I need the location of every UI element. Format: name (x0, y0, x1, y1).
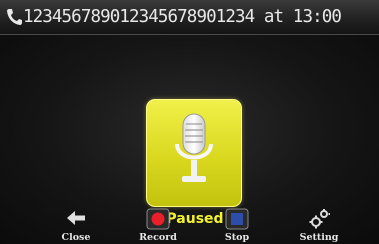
bottom-toolbar: Close Record Stop Setting (0, 207, 379, 244)
close-label: Close (61, 232, 91, 243)
record-button[interactable]: Record (123, 207, 193, 244)
setting-label: Setting (299, 232, 339, 243)
close-button[interactable]: Close (41, 207, 111, 244)
call-header: 12345678901234567890​1234 at 13:00 (0, 0, 379, 35)
stop-icon (225, 208, 249, 230)
stop-label: Stop (224, 232, 250, 243)
record-icon (146, 208, 170, 230)
microphone-icon (175, 113, 213, 182)
record-status-tile[interactable] (146, 99, 242, 207)
back-arrow-icon (67, 211, 85, 225)
record-label: Record (139, 232, 177, 243)
setting-button[interactable]: Setting (284, 207, 354, 244)
stop-button[interactable]: Stop (202, 207, 272, 244)
call-info-text: 12345678901234567890​1234 at 13:00 (23, 7, 342, 27)
gears-icon (309, 209, 330, 229)
phone-icon (7, 9, 22, 25)
